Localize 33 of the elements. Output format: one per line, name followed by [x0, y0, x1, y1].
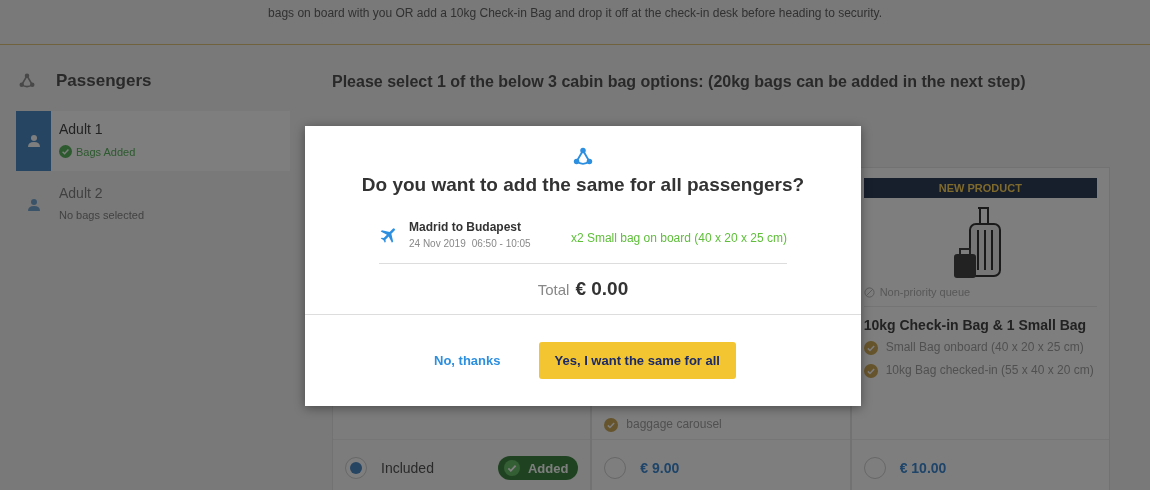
passenger-name: Adult 1 — [59, 121, 104, 137]
option-label: Included — [381, 460, 435, 476]
bag-status: Bags Added — [76, 145, 136, 158]
new-product-banner: NEW PRODUCT — [863, 178, 1097, 198]
radio-button[interactable] — [345, 457, 367, 479]
passenger-name: Adult 2 — [59, 185, 104, 201]
flight-time: 06:50 - 10:05 — [471, 238, 531, 249]
modal-title: Do you want to add the same for all passengers? — [361, 174, 805, 196]
option-title: 10kg Check-in Bag & 1 Small Bag — [863, 317, 1088, 333]
no-entry-icon — [863, 286, 875, 298]
price: € 10.00 — [899, 460, 947, 476]
bag-summary: x2 Small bag on board (40 x 20 x 25 cm) — [570, 229, 787, 245]
check-icon — [604, 417, 619, 432]
flight-date: 24 Nov 2019 — [409, 238, 466, 249]
check-icon — [503, 460, 520, 476]
section-heading: Please select 1 of the below 3 cabin bag options: (20kg bags can be added in the next step) — [332, 73, 1027, 91]
total-value: € 0.00 — [575, 278, 629, 300]
flight-route: Madrid to Budapest — [409, 220, 522, 234]
no-thanks-link[interactable]: No, thanks — [430, 349, 505, 372]
confirm-button[interactable]: Yes, I want the same for all — [538, 342, 736, 379]
total-label: Total — [537, 281, 570, 298]
check-icon — [863, 340, 878, 355]
sidebar-title: Passengers — [56, 71, 152, 91]
added-badge: Added — [497, 456, 579, 480]
share-icon — [18, 72, 36, 90]
passenger-item[interactable]: Adult 1 Bags Added — [16, 111, 290, 171]
person-icon — [26, 134, 41, 148]
check-icon — [59, 145, 72, 158]
price: € 9.00 — [640, 460, 680, 476]
intro-text: bags on board with you OR add a 10kg Check-in Bag and drop it off at the check-in desk before heading to security. — [268, 6, 882, 20]
person-icon — [26, 198, 41, 212]
check-icon — [863, 363, 878, 378]
share-icon — [572, 146, 594, 168]
